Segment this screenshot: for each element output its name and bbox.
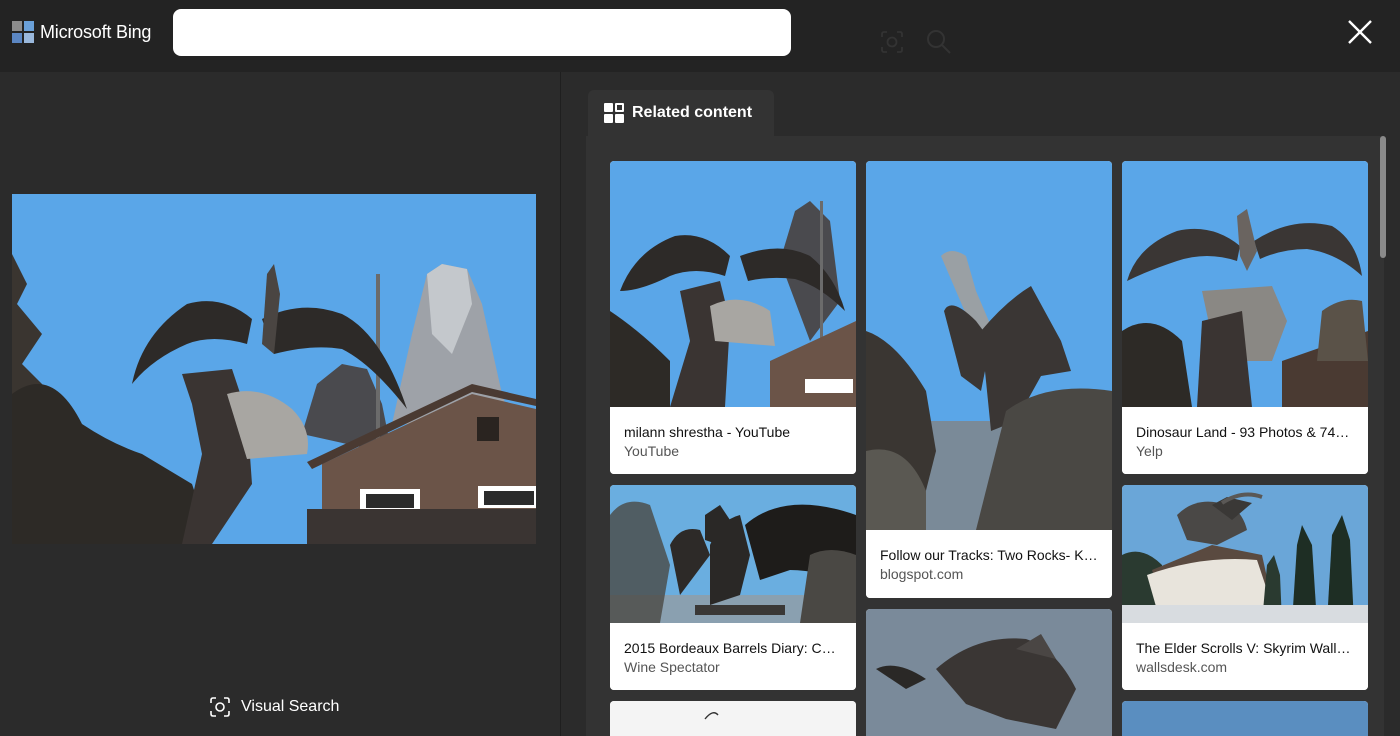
result-card[interactable] bbox=[866, 609, 1112, 736]
result-card[interactable]: Follow our Tracks: Two Rocks- K… blogspo… bbox=[866, 161, 1112, 598]
result-title: Dinosaur Land - 93 Photos & 74… bbox=[1136, 424, 1350, 440]
result-thumbnail bbox=[1122, 485, 1368, 623]
search-input[interactable] bbox=[187, 19, 697, 46]
visual-search-icon bbox=[210, 697, 230, 717]
top-bar: Microsoft Bing bbox=[0, 0, 1400, 72]
result-thumbnail bbox=[610, 161, 856, 407]
main-image-dragon-statue[interactable] bbox=[12, 194, 536, 544]
result-thumbnail bbox=[610, 701, 856, 736]
brand-name: Microsoft Bing bbox=[40, 21, 152, 42]
tab-label: Related content bbox=[632, 104, 753, 121]
result-source: blogspot.com bbox=[880, 566, 964, 582]
result-card[interactable]: milann shrestha - YouTube YouTube bbox=[610, 161, 856, 474]
microsoft-logo-icon bbox=[12, 21, 34, 43]
result-title: Follow our Tracks: Two Rocks- K… bbox=[880, 547, 1098, 563]
result-thumbnail bbox=[610, 485, 856, 623]
result-title: milann shrestha - YouTube bbox=[624, 424, 791, 440]
related-content-panel: Related content milann shrestha - YouTub… bbox=[562, 72, 1400, 736]
tab-related-content[interactable]: Related content bbox=[588, 90, 774, 136]
result-card[interactable]: Dinosaur Land - 93 Photos & 74… Yelp bbox=[1122, 161, 1368, 474]
result-source: wallsdesk.com bbox=[1136, 659, 1228, 675]
result-card[interactable] bbox=[1122, 701, 1368, 736]
result-thumbnail bbox=[866, 609, 1112, 736]
related-results-grid: milann shrestha - YouTube YouTube Follow… bbox=[586, 136, 1384, 736]
result-card[interactable]: The Elder Scrolls V: Skyrim Wall… wallsd… bbox=[1122, 485, 1368, 690]
result-thumbnail bbox=[866, 161, 1112, 530]
visual-search-icon[interactable] bbox=[879, 29, 905, 55]
grid-icon bbox=[604, 103, 624, 123]
image-preview-panel: Visual Search bbox=[0, 72, 561, 736]
bing-logo[interactable]: Microsoft Bing bbox=[12, 21, 151, 43]
result-thumbnail bbox=[1122, 161, 1368, 407]
result-title: The Elder Scrolls V: Skyrim Wall… bbox=[1136, 640, 1351, 656]
result-source: Wine Spectator bbox=[624, 659, 720, 675]
result-source: YouTube bbox=[624, 443, 680, 459]
result-card[interactable]: 2015 Bordeaux Barrels Diary: Ch… Wine Sp… bbox=[610, 485, 856, 690]
search-box bbox=[173, 9, 951, 56]
scrollbar-thumb[interactable] bbox=[1380, 136, 1386, 258]
visual-search-button[interactable]: Visual Search bbox=[209, 696, 339, 718]
result-source: Yelp bbox=[1136, 443, 1163, 459]
search-icon[interactable] bbox=[925, 28, 953, 56]
result-card[interactable] bbox=[610, 701, 856, 736]
visual-search-label: Visual Search bbox=[241, 698, 340, 715]
result-title: 2015 Bordeaux Barrels Diary: Ch… bbox=[624, 640, 842, 656]
close-icon[interactable] bbox=[1344, 16, 1376, 48]
result-thumbnail bbox=[1122, 701, 1368, 736]
scrollbar[interactable] bbox=[1379, 136, 1387, 736]
